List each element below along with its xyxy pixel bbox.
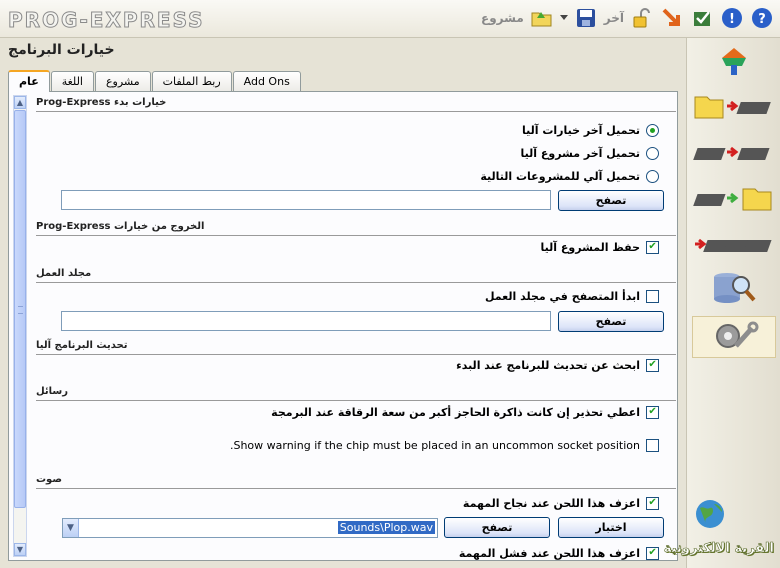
unlock-icon[interactable] [630,6,654,30]
section-messages: رسائل [36,381,676,401]
startup-option-2[interactable]: تحميل آخر مشروع آليا [521,144,659,162]
general-settings-panel: ▲ ▼ Prog-Express خيارات بدء تحميل آخر خي… [8,91,678,561]
sidebar-item-chip-to-chip[interactable] [692,132,776,174]
check-updates-row[interactable]: ✔ ابحث عن تحديث للبرنامج عند البدء [456,356,659,374]
socket-warning-checkbox[interactable] [646,438,659,452]
tab-language[interactable]: اللغة [50,71,94,92]
chevron-down-icon[interactable]: ▼ [63,519,79,537]
save-project-checkbox[interactable]: ✔ [646,240,659,254]
brand-logo: القرية الالكترونية [663,498,780,564]
startup-path-field[interactable] [61,190,551,210]
sound-file-value: Sounds\Plop.wav [337,521,435,534]
open-project-icon[interactable] [530,6,554,30]
radio-load-last-options[interactable] [646,123,659,137]
sidebar-item-chip-to-file[interactable] [692,178,776,220]
startup-option-1[interactable]: تحميل آخر خيارات آليا [522,121,659,139]
sidebar-item-settings[interactable] [692,316,776,358]
buffer-warning-checkbox[interactable]: ✔ [646,405,659,419]
workdir-browse-button[interactable]: تصفح [558,311,664,332]
brand-text: القرية الالكترونية [663,541,774,557]
startup-option-3[interactable]: تحميل آلي للمشروعات التالية [480,167,659,185]
sidebar-item-file-to-chip[interactable] [692,86,776,128]
toolbar-other-label: آخر [603,11,624,25]
top-toolbar: PROG-EXPRESS مشروع آخر ! ? [0,0,780,38]
scroll-down-button[interactable]: ▼ [14,543,26,556]
arrow-chip-icon[interactable] [660,6,684,30]
radio-load-following-projects[interactable] [646,169,659,183]
tab-general[interactable]: عام [8,70,50,92]
dropdown-arrow-icon[interactable] [559,6,568,30]
toolbar-project-label: مشروع [481,11,524,25]
sidebar-item-home[interactable] [692,42,776,84]
buffer-warning-row[interactable]: ✔ اعطي تحذير إن كانت ذاكرة الحاجز أكبر م… [271,403,659,421]
socket-warning-row[interactable]: Show warning if the chip must be placed … [230,436,659,454]
sidebar-item-multi-chip[interactable] [692,224,776,266]
tab-file-association[interactable]: ربط الملفات [151,71,232,92]
workdir-path-field[interactable] [61,311,551,331]
svg-text:!: ! [729,12,735,27]
section-exit: Prog-Express الخروج من خيارات [36,216,676,236]
verify-icon[interactable] [690,6,714,30]
save-icon[interactable] [574,6,598,30]
section-workdir: مجلد العمل [36,263,676,283]
help-icon[interactable]: ? [750,6,774,30]
scroll-up-button[interactable]: ▲ [14,96,26,109]
settings-tools-icon [706,318,762,357]
tab-bar: عام اللغة مشروع ربط الملفات Add Ons [8,70,302,92]
radio-load-last-project[interactable] [646,146,659,160]
startup-browse-button[interactable]: تصفح [558,190,664,211]
page-title: خيارات البرنامج [8,42,115,58]
scroll-thumb[interactable] [14,110,26,508]
play-success-row[interactable]: ✔ اعزف هذا اللحن عند نجاح المهمة [463,494,659,512]
play-fail-row[interactable]: ✔ اعزف هذا اللحن عند فشل المهمة [459,544,659,560]
section-sound: صوت [36,469,676,489]
check-updates-checkbox[interactable]: ✔ [646,358,659,372]
tab-project[interactable]: مشروع [94,71,151,92]
chip-to-chip-icon [693,135,775,172]
sound-file-combobox[interactable]: ▼ Sounds\Plop.wav [62,518,438,538]
globe-icon [692,498,728,533]
play-success-checkbox[interactable]: ✔ [646,496,659,510]
folder-to-chip-icon [693,89,775,126]
page-header: خيارات البرنامج [4,40,686,66]
section-update: تحديث البرنامج آليا [36,335,676,355]
vertical-scrollbar[interactable]: ▲ ▼ [13,95,27,557]
sound-test-button[interactable]: اختبار [558,517,664,538]
section-startup: Prog-Express خيارات بدء [36,92,676,112]
svg-text:?: ? [758,12,766,27]
save-project-row[interactable]: ✔ حفظ المشروع آليا [541,238,659,256]
multi-chip-icon [693,227,775,264]
sound-browse-button[interactable]: تصفح [444,517,550,538]
start-browser-checkbox[interactable] [646,289,659,303]
tab-add-ons[interactable]: Add Ons [232,71,301,92]
start-browser-row[interactable]: ابدأ المتصفح في مجلد العمل [485,287,659,305]
toolbar-icons: مشروع آخر ! ? [481,6,774,30]
app-logo: PROG-EXPRESS [8,8,205,33]
right-sidebar [686,38,780,568]
info-icon[interactable]: ! [720,6,744,30]
database-search-icon [709,269,759,310]
chip-to-folder-icon [693,181,775,218]
home-arrow-icon [714,45,754,82]
sidebar-item-database[interactable] [692,268,776,310]
play-fail-checkbox[interactable]: ✔ [646,546,659,560]
